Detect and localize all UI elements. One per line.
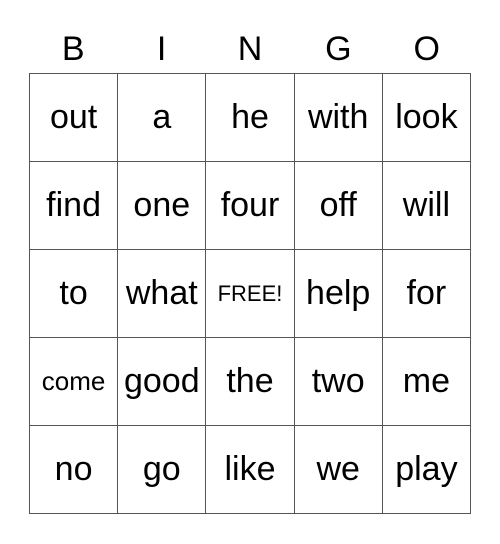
bingo-cell[interactable]: no	[30, 426, 119, 514]
bingo-cell[interactable]: go	[118, 426, 207, 514]
bingo-cell[interactable]: what	[118, 250, 207, 338]
bingo-cell[interactable]: to	[30, 250, 119, 338]
bingo-cell[interactable]: two	[294, 338, 383, 426]
bingo-cell[interactable]: he	[206, 74, 295, 162]
bingo-cell[interactable]: help	[294, 250, 383, 338]
header-letter-g: G	[325, 30, 352, 68]
bingo-cell[interactable]: a	[118, 74, 207, 162]
bingo-card: out a he with look find one four off wil…	[29, 73, 471, 514]
bingo-cell[interactable]: we	[294, 426, 383, 514]
bingo-cell[interactable]: look	[382, 74, 471, 162]
bingo-cell[interactable]: for	[382, 250, 471, 338]
free-space-cell[interactable]: FREE!	[206, 250, 295, 338]
bingo-cell[interactable]: one	[118, 162, 207, 250]
bingo-cell[interactable]: like	[206, 426, 295, 514]
header-letter-o: O	[413, 30, 440, 68]
bingo-cell[interactable]: play	[382, 426, 471, 514]
bingo-cell[interactable]: off	[294, 162, 383, 250]
bingo-cell[interactable]: find	[30, 162, 119, 250]
bingo-cell[interactable]: me	[382, 338, 471, 426]
bingo-cell[interactable]: four	[206, 162, 295, 250]
bingo-cell[interactable]: with	[294, 74, 383, 162]
bingo-cell[interactable]: will	[382, 162, 471, 250]
header-letter-n: N	[237, 30, 263, 68]
bingo-cell[interactable]: out	[30, 74, 119, 162]
header-letter-b: B	[61, 30, 85, 68]
bingo-header: B I N G O	[29, 26, 471, 72]
bingo-cell[interactable]: come	[30, 338, 119, 426]
header-letter-i: I	[156, 30, 167, 68]
bingo-cell[interactable]: good	[118, 338, 207, 426]
bingo-cell[interactable]: the	[206, 338, 295, 426]
